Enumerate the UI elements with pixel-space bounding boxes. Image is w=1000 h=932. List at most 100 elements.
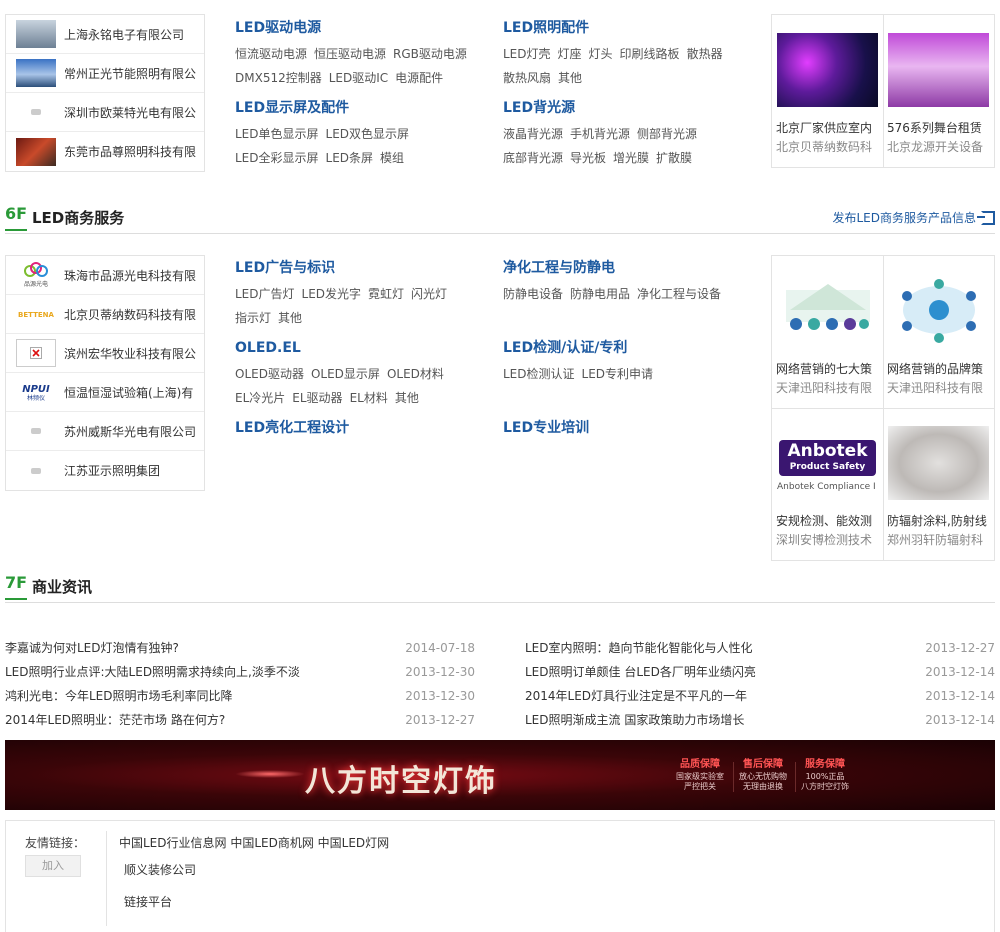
company-name[interactable]: 北京贝蒂纳数码科技有限 [64,306,202,323]
company-name[interactable]: 滨州宏华牧业科技有限公 [64,345,202,362]
category-link[interactable]: 扩散膜 [656,146,692,170]
category-link[interactable]: 散热风扇 [503,66,551,90]
category-title[interactable]: OLED.EL [235,338,485,358]
product-image[interactable] [777,33,878,107]
company-item[interactable]: 深圳市欧莱特光电有限公 [6,93,204,132]
product-card[interactable]: 北京厂家供应室内 北京贝蒂纳数码科 [772,15,884,168]
join-button[interactable]: 加入 [25,855,81,877]
category-link[interactable]: 散热器 [687,42,723,66]
product-company[interactable]: 北京龙源开关设备 [887,138,991,155]
category-link[interactable]: 导光板 [570,146,606,170]
category-link[interactable]: 霓虹灯 [368,282,404,306]
category-link[interactable]: DMX512控制器 [235,66,322,90]
category-title[interactable]: 净化工程与防静电 [503,258,753,278]
category-link[interactable]: 净化工程与设备 [637,282,721,306]
news-title[interactable]: 鸿利光电：今年LED照明市场毛利率同比降 [5,684,233,708]
category-link[interactable]: LED灯壳 [503,42,551,66]
product-card[interactable]: 防辐射涂料,防射线 郑州羽轩防辐射科 [883,408,995,561]
news-title[interactable]: 李嘉诚为何对LED灯泡情有独钟? [5,636,179,660]
product-card[interactable]: 网络营销的七大策 天津迅阳科技有限 [772,256,884,409]
company-name[interactable]: 江苏亚示照明集团 [64,462,202,479]
company-name[interactable]: 珠海市品源光电科技有限 [64,267,202,284]
company-name[interactable]: 东莞市品尊照明科技有限 [64,143,202,160]
category-link[interactable]: 其他 [395,386,419,410]
company-name[interactable]: 深圳市欧莱特光电有限公 [64,104,202,121]
category-title[interactable]: LED广告与标识 [235,258,485,278]
product-title[interactable]: 安规检测、能效测 [776,512,880,529]
product-company[interactable]: 天津迅阳科技有限 [887,379,991,396]
category-link[interactable]: LED驱动IC [329,66,388,90]
product-card[interactable]: 网络营销的品牌策 天津迅阳科技有限 [883,256,995,409]
category-link[interactable]: EL材料 [350,386,388,410]
company-name[interactable]: 常州正光节能照明有限公 [64,65,202,82]
category-link[interactable]: 侧部背光源 [637,122,697,146]
product-title[interactable]: 576系列舞台租赁 [887,119,991,136]
category-link[interactable]: 液晶背光源 [503,122,563,146]
category-link[interactable]: OLED材料 [387,362,444,386]
category-link[interactable]: 增光膜 [613,146,649,170]
product-company[interactable]: 北京贝蒂纳数码科 [776,138,880,155]
category-link[interactable]: 印刷线路板 [620,42,680,66]
category-link[interactable]: 底部背光源 [503,146,563,170]
category-link[interactable]: RGB驱动电源 [393,42,467,66]
category-link[interactable]: LED双色显示屏 [326,122,410,146]
category-link[interactable]: LED发光字 [302,282,362,306]
company-name[interactable]: 苏州威斯华光电有限公司 [64,423,202,440]
friend-link[interactable]: 中国LED行业信息网 中国LED商机网 中国LED灯网 [119,834,389,851]
category-title[interactable]: LED驱动电源 [235,18,485,38]
product-image[interactable]: Anbotek Product Safety Anbotek Complianc… [777,426,878,500]
product-company[interactable]: 深圳安博检测技术 [776,531,880,548]
category-title[interactable]: LED照明配件 [503,18,753,38]
category-link[interactable]: OLED显示屏 [311,362,380,386]
company-item[interactable]: 常州正光节能照明有限公 [6,54,204,93]
news-item[interactable]: 2014年LED灯具行业注定是不平凡的一年 2013-12-14 [525,684,995,708]
product-card[interactable]: 576系列舞台租赁 北京龙源开关设备 [883,15,995,168]
product-title[interactable]: 网络营销的七大策 [776,360,880,377]
category-title[interactable]: LED专业培训 [503,418,589,438]
news-title[interactable]: LED照明行业点评:大陆LED照明需求持续向上,淡季不淡 [5,660,300,684]
news-title[interactable]: 2014年LED照明业：茫茫市场 路在何方? [5,708,225,732]
product-image[interactable] [888,33,989,107]
category-link[interactable]: 闪光灯 [411,282,447,306]
category-link[interactable]: 灯头 [589,42,613,66]
news-title[interactable]: LED室内照明：趋向节能化智能化与人性化 [525,636,753,660]
product-company[interactable]: 天津迅阳科技有限 [776,379,880,396]
company-item[interactable]: 上海永铭电子有限公司 [6,15,204,54]
news-item[interactable]: LED室内照明：趋向节能化智能化与人性化 2013-12-27 [525,636,995,660]
product-image[interactable] [888,426,989,500]
category-link[interactable]: 防静电设备 [503,282,563,306]
news-item[interactable]: 2014年LED照明业：茫茫市场 路在何方? 2013-12-27 [5,708,475,732]
category-link[interactable]: 指示灯 [235,306,271,330]
news-item[interactable]: LED照明行业点评:大陆LED照明需求持续向上,淡季不淡 2013-12-30 [5,660,475,684]
news-item[interactable]: LED照明订单颇佳 台LED各厂明年业绩闪亮 2013-12-14 [525,660,995,684]
category-link[interactable]: 其他 [558,66,582,90]
company-item[interactable]: 滨州宏华牧业科技有限公 [6,334,204,373]
news-title[interactable]: LED照明订单颇佳 台LED各厂明年业绩闪亮 [525,660,756,684]
product-title[interactable]: 北京厂家供应室内 [776,119,880,136]
news-title[interactable]: LED照明渐成主流 国家政策助力市场增长 [525,708,744,732]
product-image[interactable] [777,274,878,348]
category-link[interactable]: 恒压驱动电源 [314,42,386,66]
category-title[interactable]: LED检测/认证/专利 [503,338,753,358]
category-link[interactable]: 防静电用品 [570,282,630,306]
news-title[interactable]: 2014年LED灯具行业注定是不平凡的一年 [525,684,747,708]
category-title[interactable]: LED显示屏及配件 [235,98,485,118]
company-name[interactable]: 上海永铭电子有限公司 [64,26,202,43]
company-item[interactable]: 苏州威斯华光电有限公司 [6,412,204,451]
category-link[interactable]: 灯座 [558,42,582,66]
company-item[interactable]: 品源光电 珠海市品源光电科技有限 [6,256,204,295]
company-item[interactable]: 东莞市品尊照明科技有限 [6,132,204,171]
post-product-link-text[interactable]: 发布LED商务服务产品信息 [832,209,976,226]
category-link[interactable]: OLED驱动器 [235,362,304,386]
category-title[interactable]: LED亮化工程设计 [235,418,349,438]
category-link[interactable]: 模组 [380,146,404,170]
product-image[interactable] [888,274,989,348]
category-link[interactable]: LED条屏 [326,146,374,170]
category-link[interactable]: 恒流驱动电源 [235,42,307,66]
category-link[interactable]: LED全彩显示屏 [235,146,319,170]
category-link[interactable]: EL驱动器 [292,386,342,410]
friend-link[interactable]: 链接平台 [124,893,172,910]
category-title[interactable]: LED背光源 [503,98,753,118]
ad-banner[interactable]: 八方时空灯饰 品质保障 国家级实验室 严控把关 售后保障 放心无忧购物 无理由退… [5,740,995,810]
company-item[interactable]: BETTENA 北京贝蒂纳数码科技有限 [6,295,204,334]
